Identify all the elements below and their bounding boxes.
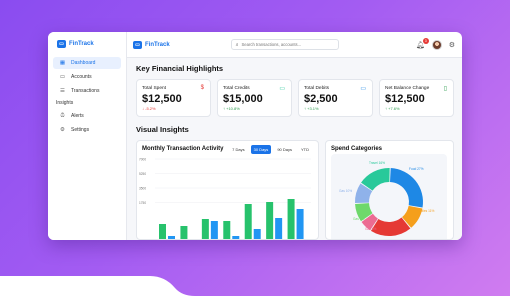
sidebar-item-label: Dashboard [71,60,96,66]
notification-badge: 3 [422,37,429,44]
y-tick-label: 7000 [139,157,146,161]
bar-series1-2[interactable] [180,226,188,240]
background-wave [0,276,510,296]
sidebar-item-accounts[interactable]: ▭ Accounts [53,71,121,83]
activity-bar-chart: 7000 5250 3500 1750 [139,157,311,240]
wallet-icon: ▭ [59,74,66,80]
sidebar-item-transactions[interactable]: ☰ Transactions [53,85,121,97]
slice-label: Travel 16% [369,161,385,165]
slice-label: Food 27% [409,167,424,171]
search-icon: ⌕ [235,41,239,48]
slice-label: Gas 6% [365,227,377,231]
bell-icon[interactable]: 🔔︎ 3 [416,37,429,49]
bar-series1-6[interactable] [266,202,274,240]
card-change: ↑ +7.6% [385,106,448,111]
donut-area: Food 27% Utilities 11% Gas 6% Gas 9% Gas 10%… [331,154,447,239]
sidebar-item-label: Settings [71,127,90,133]
list-icon: ☰ [60,88,65,94]
spend-categories-card: Spend Categories Food 27% Utilities 11% Ga… [325,140,454,240]
activity-chart-card: Monthly Transaction Activity 7 Days 30 Da… [136,140,319,240]
receipt-icon: ▯ [443,86,447,92]
fintrack-logo-icon: ▭ [57,40,66,48]
bar-series2-3[interactable] [210,221,218,240]
tab-7-days[interactable]: 7 Days [229,145,247,154]
card-value: $12,500 [385,93,425,105]
highlight-card[interactable]: Total Credits $15,000 ↑ +10.8% ▭ [217,79,292,117]
grid-icon: ▦ [59,60,66,66]
top-bar: ▭ FinTrack ⌕ Search transactions, accoun… [127,32,462,58]
card-label: Net Balance Change [385,86,430,91]
bar-series2-5[interactable] [253,229,261,240]
highlights-title: Key Financial Highlights [136,64,224,73]
avatar[interactable] [431,39,442,50]
card-icon: ▭ [360,86,366,92]
slice-label: Gas 10% [339,189,352,193]
visual-insights-title: Visual Insights [136,125,189,134]
bar-series2-6[interactable] [275,218,283,240]
sidebar-section-insights: Insights [56,100,74,106]
card-value: $2,500 [304,93,338,105]
card-change-value: +7.6% [388,106,400,111]
card-label: Total Debits [304,86,330,91]
slice-label: Utilities 11% [417,209,434,213]
sidebar-item-dashboard[interactable]: ▦ Dashboard [53,57,121,69]
search-placeholder: Search transactions, accounts... [241,42,302,47]
bar-series1-5[interactable] [244,204,252,240]
tab-90-days[interactable]: 90 Days [274,145,295,154]
y-tick-label: 1750 [139,201,146,205]
card-label: Total Credits [223,86,250,91]
highlight-card[interactable]: Total Debits $2,500 ↑ +3.1% ▭ [298,79,373,117]
sidebar-item-settings[interactable]: ⚙ Settings [53,124,121,136]
sidebar-item-label: Alerts [71,113,84,119]
app-name: FinTrack [69,41,94,47]
highlight-card[interactable]: Net Balance Change $12,500 ↑ +7.6% ▯ [379,79,454,117]
sidebar: ▭ FinTrack ▦ Dashboard ▭ Accounts ☰ Transacti… [48,32,127,240]
bar-series1-4[interactable] [223,221,231,240]
slice-label: Gas 9% [353,217,365,221]
spend-categories-title: Spend Categories [331,146,383,152]
card-label: Total Spent [142,86,167,91]
range-tabs: 7 Days 30 Days 90 Days YTD [229,145,312,154]
highlight-card[interactable]: Total Spent $12,500 ↓ -5.2% $ [136,79,211,117]
fintrack-logo-icon: ▭ [133,40,142,49]
donut-slice[interactable] [370,217,411,236]
dollar-icon: $ [200,85,204,91]
sidebar-brand[interactable]: ▭ FinTrack [57,40,121,48]
header-app-name: FinTrack [145,41,170,48]
bar-series1-1[interactable] [159,224,166,240]
card-change-value: +10.8% [226,106,240,111]
sidebar-item-label: Accounts [71,74,92,80]
gear-icon: ⚙ [60,127,65,133]
card-value: $12,500 [142,93,182,105]
card-change-value: -5.2% [145,106,156,111]
search-input[interactable]: ⌕ Search transactions, accounts... [230,39,339,50]
header-brand[interactable]: ▭ FinTrack [133,40,170,49]
bar-series2-4[interactable] [232,236,240,240]
gear-icon[interactable]: ⚙ [449,41,455,49]
tab-30-days[interactable]: 30 Days [250,145,272,154]
card-change-value: +3.1% [307,106,319,111]
dashboard-content: Key Financial Highlights Total Spent $12,… [127,58,462,240]
app-window: ▭ FinTrack ▦ Dashboard ▭ Accounts ☰ Transacti… [48,32,462,240]
alarm-icon: ⏰︎ [60,112,65,119]
donut-slice[interactable] [389,168,423,208]
tab-ytd[interactable]: YTD [298,145,312,154]
sidebar-item-label: Transactions [71,88,100,94]
spend-donut-chart: Food 27% Utilities 11% Gas 6% Gas 9% Gas 10%… [339,161,434,236]
bar-series1-7[interactable] [287,199,295,240]
bar-series2-7[interactable] [296,209,304,240]
credit-card-icon: ▭ [279,86,285,92]
card-change: ↑ +10.8% [223,106,286,111]
bar-series1-3[interactable] [201,219,209,240]
y-tick-label: 3500 [139,186,146,190]
card-change: ↓ -5.2% [142,106,205,111]
bar-series2-1[interactable] [168,236,175,240]
highlight-cards: Total Spent $12,500 ↓ -5.2% $ Total Credits $… [136,79,454,117]
card-change: ↑ +3.1% [304,106,367,111]
main-area: ▭ FinTrack ⌕ Search transactions, accoun… [127,32,462,240]
y-tick-label: 5250 [139,172,146,176]
card-value: $15,000 [223,93,263,105]
sidebar-item-alerts[interactable]: ⏰︎ Alerts [53,110,121,122]
